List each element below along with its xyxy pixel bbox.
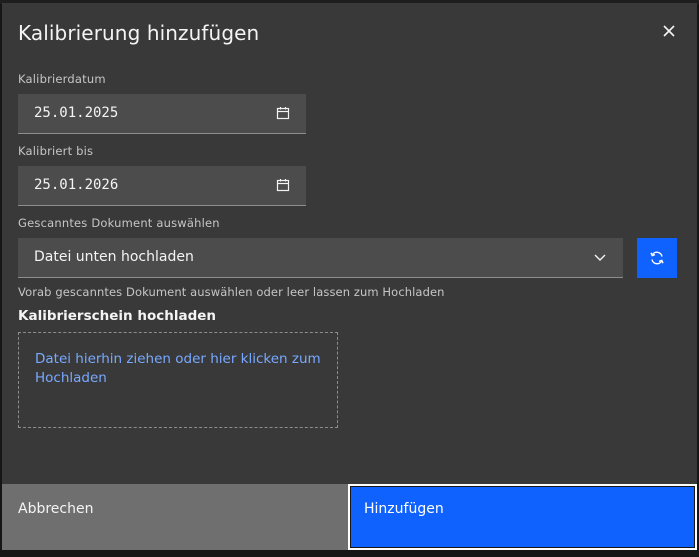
add-calibration-modal: Kalibrierung hinzufügen Kalibrierdatum 2…	[2, 3, 697, 550]
scanned-document-value: Datei unten hochladen	[34, 249, 194, 265]
calendar-icon[interactable]	[276, 178, 290, 192]
refresh-icon	[650, 251, 664, 265]
scanned-document-select[interactable]: Datei unten hochladen	[18, 238, 623, 278]
calibrated-until-value: 25.01.2026	[34, 177, 119, 193]
close-button[interactable]	[651, 13, 687, 49]
calibration-date-input[interactable]: 25.01.2025	[18, 94, 306, 134]
upload-section-title: Kalibrierschein hochladen	[18, 308, 216, 324]
close-icon	[663, 25, 675, 37]
cancel-button-label: Abbrechen	[18, 501, 94, 517]
dropzone-text[interactable]: Datei hierhin ziehen oder hier klicken z…	[35, 350, 325, 388]
file-dropzone[interactable]: Datei hierhin ziehen oder hier klicken z…	[18, 332, 338, 428]
chevron-down-icon	[594, 254, 606, 261]
scanned-document-helper-text: Vorab gescanntes Dokument auswählen oder…	[18, 285, 445, 299]
add-button[interactable]: Hinzufügen	[348, 484, 697, 550]
calibration-date-label: Kalibrierdatum	[18, 72, 106, 86]
calibrated-until-input[interactable]: 25.01.2026	[18, 166, 306, 206]
calibration-date-value: 25.01.2025	[34, 105, 119, 121]
refresh-documents-button[interactable]	[637, 238, 677, 278]
add-button-label: Hinzufügen	[364, 501, 444, 517]
scanned-document-label: Gescanntes Dokument auswählen	[18, 216, 220, 230]
modal-title: Kalibrierung hinzufügen	[18, 21, 260, 45]
cancel-button[interactable]: Abbrechen	[2, 484, 348, 550]
calibrated-until-label: Kalibriert bis	[18, 144, 94, 158]
calendar-icon[interactable]	[276, 106, 290, 120]
